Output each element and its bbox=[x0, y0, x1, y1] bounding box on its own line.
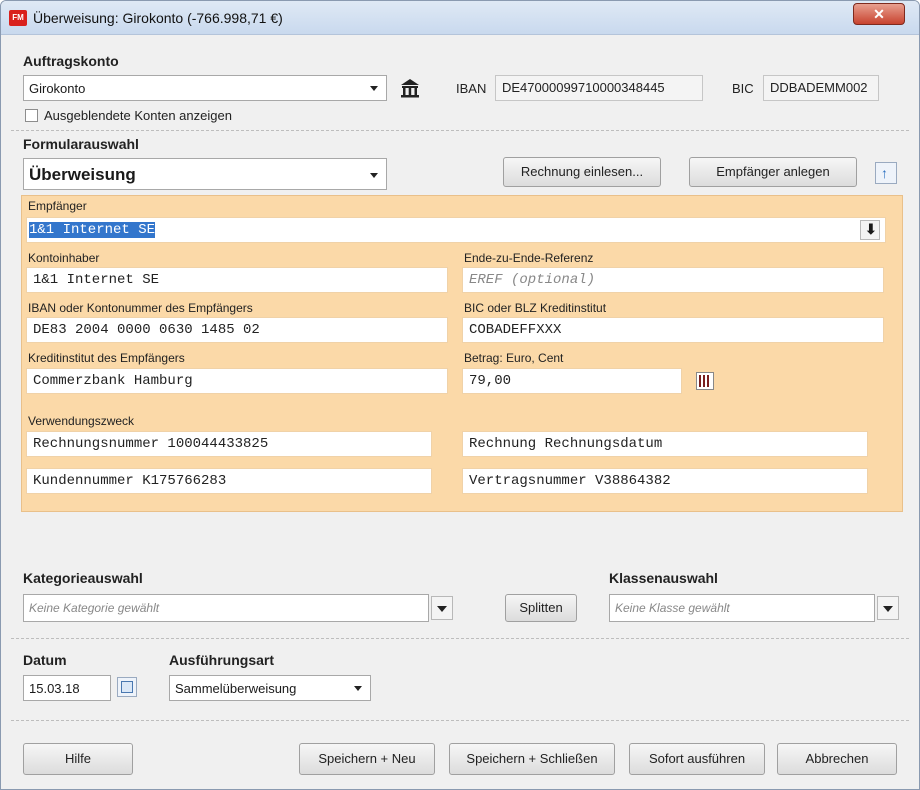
chevron-down-icon bbox=[354, 686, 362, 691]
transfer-dialog: FM Überweisung: Girokonto (-766.998,71 €… bbox=[0, 0, 920, 790]
date-input[interactable]: 15.03.18 bbox=[23, 675, 111, 701]
iban-field[interactable]: DE47000099710000348445 bbox=[495, 75, 703, 101]
date-heading: Datum bbox=[23, 652, 67, 668]
bic-field[interactable]: DDBADEMM002 bbox=[763, 75, 879, 101]
recipient-bic-label: BIC oder BLZ Kreditinstitut bbox=[464, 301, 607, 315]
category-select[interactable]: Keine Kategorie gewählt bbox=[23, 594, 429, 622]
category-select-value: Keine Kategorie gewählt bbox=[29, 601, 160, 615]
upload-button[interactable]: ↑ bbox=[875, 162, 897, 184]
purpose-label: Verwendungszweck bbox=[28, 414, 135, 428]
show-hidden-accounts-label: Ausgeblendete Konten anzeigen bbox=[44, 108, 232, 123]
execution-type-value: Sammelüberweisung bbox=[175, 681, 297, 696]
bank-icon[interactable] bbox=[399, 77, 421, 99]
calculator-icon bbox=[699, 375, 711, 387]
eref-input[interactable]: EREF (optional) bbox=[462, 267, 884, 293]
close-button[interactable]: ✕ bbox=[853, 3, 905, 25]
date-picker-button[interactable] bbox=[117, 677, 137, 697]
create-recipient-button[interactable]: Empfänger anlegen bbox=[689, 157, 857, 187]
recipient-bic-input[interactable]: COBADEFFXXX bbox=[462, 317, 884, 343]
divider bbox=[11, 720, 909, 721]
form-select[interactable]: Überweisung bbox=[23, 158, 387, 190]
account-select[interactable]: Girokonto bbox=[23, 75, 387, 101]
cancel-button[interactable]: Abbrechen bbox=[777, 743, 897, 775]
purpose-line-4[interactable]: Vertragsnummer V38864382 bbox=[462, 468, 868, 494]
divider bbox=[11, 638, 909, 639]
arrow-up-icon: ↑ bbox=[881, 165, 888, 181]
divider bbox=[11, 130, 909, 131]
recipient-download-button[interactable]: ⬇ bbox=[860, 220, 880, 240]
form-select-value: Überweisung bbox=[29, 165, 136, 184]
app-icon: FM bbox=[9, 10, 27, 26]
help-button[interactable]: Hilfe bbox=[23, 743, 133, 775]
class-dropdown-button[interactable] bbox=[877, 596, 899, 620]
recipient-input-value: 1&1 Internet SE bbox=[29, 222, 156, 238]
account-holder-label: Kontoinhaber bbox=[28, 251, 100, 265]
bank-name-input[interactable]: Commerzbank Hamburg bbox=[26, 368, 448, 394]
account-select-value: Girokonto bbox=[29, 81, 86, 96]
amount-input[interactable]: 79,00 bbox=[462, 368, 682, 394]
category-heading: Kategorieauswahl bbox=[23, 570, 143, 586]
calendar-icon bbox=[121, 681, 133, 693]
class-select-value: Keine Klasse gewählt bbox=[615, 601, 730, 615]
recipient-iban-input[interactable]: DE83 2004 0000 0630 1485 02 bbox=[26, 317, 448, 343]
auftragskonto-heading: Auftragskonto bbox=[23, 53, 119, 69]
class-select[interactable]: Keine Klasse gewählt bbox=[609, 594, 875, 622]
amount-label: Betrag: Euro, Cent bbox=[464, 351, 564, 365]
chevron-down-icon bbox=[370, 173, 378, 178]
title-bar: FM Überweisung: Girokonto (-766.998,71 €… bbox=[1, 1, 919, 35]
recipient-iban-label: IBAN oder Kontonummer des Empfängers bbox=[28, 301, 253, 315]
account-holder-input[interactable]: 1&1 Internet SE bbox=[26, 267, 448, 293]
read-invoice-button[interactable]: Rechnung einlesen... bbox=[503, 157, 661, 187]
formularauswahl-heading: Formularauswahl bbox=[23, 136, 139, 152]
split-button[interactable]: Splitten bbox=[505, 594, 577, 622]
execute-now-button[interactable]: Sofort ausführen bbox=[629, 743, 765, 775]
show-hidden-accounts-checkbox[interactable] bbox=[25, 109, 38, 122]
class-heading: Klassenauswahl bbox=[609, 570, 718, 586]
chevron-down-icon bbox=[370, 86, 378, 91]
transfer-form-panel: Empfänger 1&1 Internet SE ⬇ Kontoinhaber… bbox=[21, 195, 903, 512]
bank-name-label: Kreditinstitut des Empfängers bbox=[28, 351, 185, 365]
execution-type-select[interactable]: Sammelüberweisung bbox=[169, 675, 371, 701]
close-icon: ✕ bbox=[873, 6, 885, 22]
iban-label: IBAN bbox=[456, 81, 487, 96]
execution-type-heading: Ausführungsart bbox=[169, 652, 274, 668]
save-new-button[interactable]: Speichern + Neu bbox=[299, 743, 435, 775]
eref-label: Ende-zu-Ende-Referenz bbox=[464, 251, 594, 265]
recipient-label: Empfänger bbox=[28, 199, 87, 213]
purpose-line-1[interactable]: Rechnungsnummer 100044433825 bbox=[26, 431, 432, 457]
purpose-line-2[interactable]: Rechnung Rechnungsdatum bbox=[462, 431, 868, 457]
purpose-line-3[interactable]: Kundennummer K175766283 bbox=[26, 468, 432, 494]
save-close-button[interactable]: Speichern + Schließen bbox=[449, 743, 615, 775]
category-dropdown-button[interactable] bbox=[431, 596, 453, 620]
date-input-value: 15.03.18 bbox=[29, 681, 80, 696]
bic-label: BIC bbox=[732, 81, 754, 96]
window-title: Überweisung: Girokonto (-766.998,71 €) bbox=[33, 10, 283, 26]
calculator-button[interactable] bbox=[696, 372, 714, 390]
recipient-input[interactable]: 1&1 Internet SE bbox=[26, 217, 886, 243]
download-icon: ⬇ bbox=[865, 221, 877, 237]
